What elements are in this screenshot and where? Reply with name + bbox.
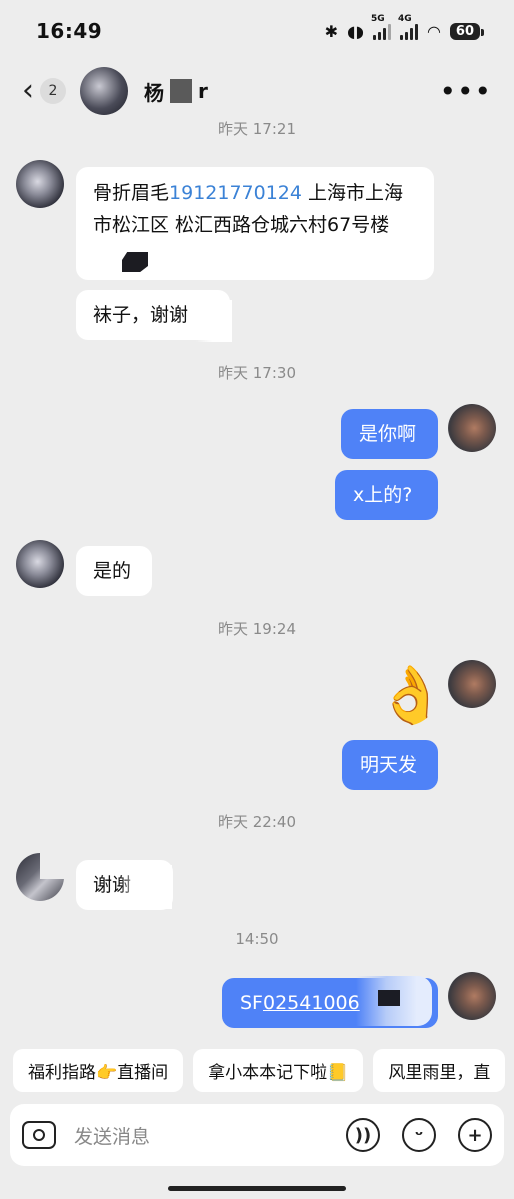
timestamp: 昨天 17:21 [218,120,296,138]
voice-icon[interactable]: )) [346,1118,380,1152]
quick-reply-chip[interactable]: 拿小本本记下啦📒 [193,1048,364,1092]
my-avatar[interactable] [448,404,496,452]
quick-reply-bar: 福利指路👉直播间 拿小本本记下啦📒 风里雨里，直 [0,1040,514,1100]
redaction-block [196,300,232,342]
ok-hand-emoji[interactable]: 👌 [376,664,446,728]
quick-reply-chip[interactable]: 福利指路👉直播间 [13,1048,184,1092]
quick-reply-chip[interactable]: 风里雨里，直 [373,1048,506,1092]
chat-area: 昨天 17:21 骨折眉毛19121770124 上海市上海 市松江区 松汇西路… [0,0,514,1199]
camera-icon[interactable] [22,1121,56,1149]
my-avatar[interactable] [448,660,496,708]
sender-avatar[interactable] [16,160,64,208]
sender-avatar[interactable] [16,540,64,588]
redaction-block [40,853,66,879]
timestamp: 昨天 17:30 [218,364,296,382]
tracking-number-link[interactable]: 02541006 [263,992,360,1014]
timestamp: 昨天 19:24 [218,620,296,638]
message-bubble-sent[interactable]: 是你啊 [341,409,438,459]
timestamp: 昨天 22:40 [218,813,296,831]
phone-link[interactable]: 19121770124 [169,182,302,204]
message-bubble-sent[interactable]: 明天发 [342,740,438,790]
redaction-block [378,990,400,1006]
home-indicator[interactable] [168,1186,346,1191]
message-bubble-sent[interactable]: x上的? [335,470,438,520]
redaction-block [120,865,172,909]
my-avatar[interactable] [448,972,496,1020]
message-input-bar: 发送消息 )) ᵕ + [10,1104,504,1166]
plus-icon[interactable]: + [458,1118,492,1152]
message-bubble[interactable]: 是的 [76,546,152,596]
emoji-icon[interactable]: ᵕ [402,1118,436,1152]
message-input[interactable]: 发送消息 [74,1122,346,1149]
timestamp: 14:50 [235,930,279,948]
